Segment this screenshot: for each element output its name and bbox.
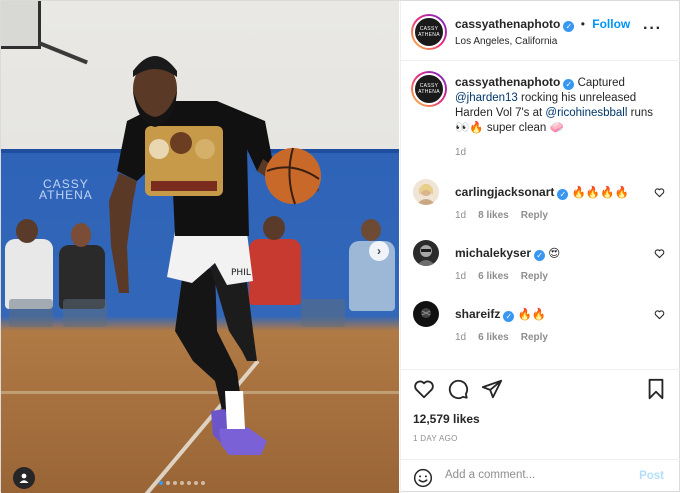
carousel-dot	[201, 481, 205, 485]
comment-time[interactable]: 1d	[455, 271, 466, 282]
add-comment-bar: Post	[401, 459, 680, 493]
author-avatar[interactable]: CASSY ATHENA	[411, 14, 447, 50]
verified-badge-icon: ✓	[563, 79, 575, 90]
verified-badge-icon: ✓	[557, 189, 569, 200]
carousel-dot	[159, 481, 163, 485]
reply-button[interactable]: Reply	[521, 332, 548, 343]
separator-dot: •	[580, 17, 585, 31]
avatar-text-2: ATHENA	[418, 89, 440, 95]
comment-likes[interactable]: 6 likes	[478, 271, 509, 282]
share-icon[interactable]	[481, 378, 503, 400]
watermark-line-2: ATHENA	[39, 188, 93, 202]
comment-line: shareifz ✓ 🔥🔥	[455, 307, 546, 322]
reply-button[interactable]: Reply	[521, 210, 548, 221]
comment-username[interactable]: carlingjacksonart	[455, 185, 554, 199]
caption-avatar[interactable]: CASSY ATHENA	[411, 71, 447, 107]
comment-meta: 1d 6 likes Reply	[455, 332, 560, 343]
comment-meta: 1d 8 likes Reply	[455, 210, 560, 221]
comment-like-icon[interactable]	[654, 187, 665, 198]
reply-button[interactable]: Reply	[521, 271, 548, 282]
player-figure: PHIL	[109, 56, 321, 455]
carousel-dot	[194, 481, 198, 485]
post-location[interactable]: Los Angeles, California	[455, 36, 557, 47]
comment-input[interactable]	[445, 469, 625, 481]
commenter-avatar[interactable]	[413, 179, 439, 205]
follow-button[interactable]: Follow	[592, 17, 630, 31]
comment-item: michalekyser ✓ 😍 1d 6 likes Reply	[411, 240, 673, 290]
carousel-dot	[187, 481, 191, 485]
chevron-right-icon: ›	[377, 244, 381, 258]
next-photo-button[interactable]: ›	[369, 241, 389, 261]
avatar-logo: CASSY ATHENA	[413, 73, 445, 105]
commenter-avatar[interactable]	[413, 301, 439, 327]
carousel-indicator	[159, 481, 205, 485]
spectator-head	[71, 223, 91, 247]
comment-username[interactable]: shareifz	[455, 307, 500, 321]
verified-badge-icon: ✓	[563, 21, 575, 32]
comment-item: shareifz ✓ 🔥🔥 1d 6 likes Reply	[411, 301, 673, 351]
commenter-avatar[interactable]	[413, 240, 439, 266]
mention-link[interactable]: @ricohinesbball	[545, 107, 627, 119]
comment-item: carlingjacksonart ✓ 🔥🔥🔥🔥 1d 8 likes Reply	[411, 179, 673, 229]
comment-username[interactable]: michalekyser	[455, 246, 531, 260]
spectator-head	[16, 219, 38, 243]
comment-like-icon[interactable]	[654, 309, 665, 320]
carousel-dot	[173, 481, 177, 485]
author-username[interactable]: cassyathenaphoto	[455, 17, 560, 31]
comment-icon[interactable]	[447, 378, 469, 400]
verified-badge-icon: ✓	[503, 311, 515, 322]
comment-text: 🔥🔥🔥🔥	[571, 187, 629, 199]
backboard	[1, 1, 41, 49]
comment-text: 🔥🔥	[517, 309, 547, 321]
likes-count[interactable]: 12,579 likes	[413, 412, 480, 426]
comment-time[interactable]: 1d	[455, 210, 466, 221]
spectator-head	[361, 219, 381, 241]
comment-time[interactable]: 1d	[455, 332, 466, 343]
avatar-image	[413, 301, 439, 327]
hoop-arm	[38, 41, 88, 65]
caption-segment: Captured	[574, 77, 625, 89]
bookmark-icon[interactable]	[646, 378, 666, 400]
caption-username[interactable]: cassyathenaphoto	[455, 75, 560, 89]
carousel-dot	[166, 481, 170, 485]
comment-like-icon[interactable]	[654, 248, 665, 259]
caption-text: cassyathenaphoto ✓ Captured @jharden13 ro…	[455, 75, 655, 136]
user-tag-icon	[19, 473, 29, 483]
avatar-image	[413, 240, 439, 266]
comment-likes[interactable]: 6 likes	[478, 332, 509, 343]
heart-icon[interactable]	[413, 378, 435, 400]
post-date[interactable]: 1 DAY AGO	[413, 434, 458, 443]
tagged-users-button[interactable]	[13, 467, 35, 489]
verified-badge-icon: ✓	[534, 250, 546, 261]
author-line: cassyathenaphoto ✓ • Follow	[455, 17, 630, 32]
comment-text: 😍	[548, 248, 561, 260]
avatar-logo: CASSY ATHENA	[413, 16, 445, 48]
post-header: CASSY ATHENA cassyathenaphoto ✓ • Follow …	[401, 1, 680, 61]
comment-meta: 1d 6 likes Reply	[455, 271, 560, 282]
avatar-image	[413, 179, 439, 205]
post-actions: 12,579 likes 1 DAY AGO	[401, 369, 680, 455]
post-details-panel: CASSY ATHENA cassyathenaphoto ✓ • Follow …	[400, 1, 680, 493]
comment-line: carlingjacksonart ✓ 🔥🔥🔥🔥	[455, 185, 629, 200]
more-options-icon[interactable]: ···	[643, 21, 662, 37]
chair	[9, 299, 53, 327]
shorts-text: PHIL	[231, 268, 251, 278]
instagram-post-window: CASSY ATHENA PHIL › CASSY ATHENA cassyat…	[0, 0, 680, 493]
avatar-text-2: ATHENA	[418, 32, 440, 38]
comment-likes[interactable]: 8 likes	[478, 210, 509, 221]
caption-timestamp[interactable]: 1d	[455, 147, 466, 158]
photo-watermark: CASSY ATHENA	[39, 178, 93, 202]
post-comment-button[interactable]: Post	[639, 470, 664, 482]
emoji-icon[interactable]	[413, 468, 433, 488]
post-photo[interactable]: CASSY ATHENA PHIL ›	[1, 1, 399, 493]
comment-line: michalekyser ✓ 😍	[455, 246, 560, 261]
carousel-dot	[180, 481, 184, 485]
mention-link[interactable]: @jharden13	[455, 92, 518, 104]
